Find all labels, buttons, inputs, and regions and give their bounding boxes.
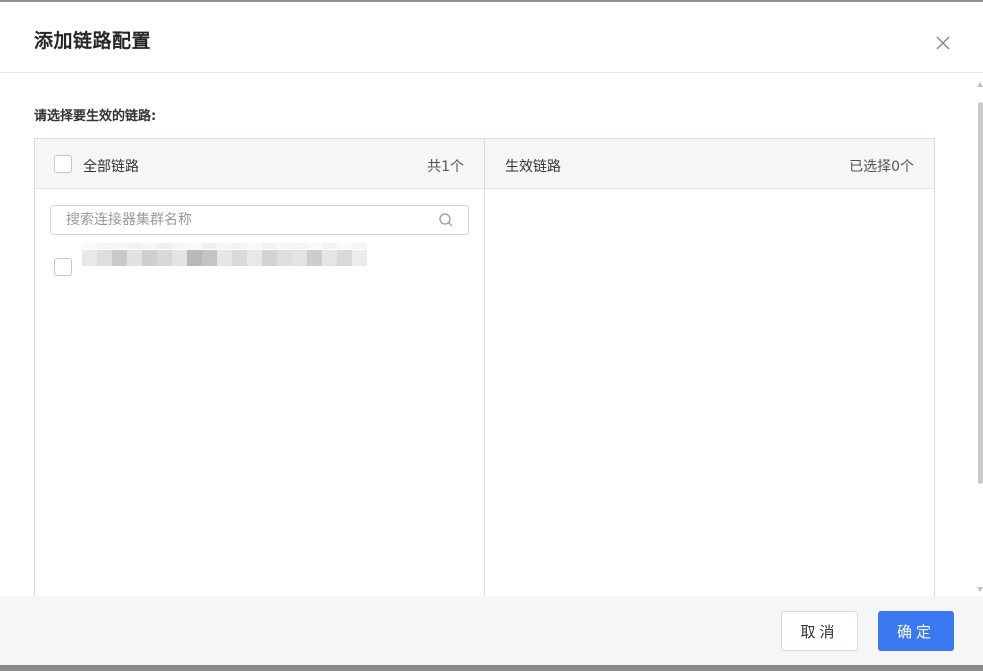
close-icon	[936, 36, 950, 50]
scroll-up-arrow-icon[interactable]	[977, 82, 983, 87]
scroll-down-arrow-icon[interactable]	[977, 587, 983, 592]
search-box	[50, 205, 469, 235]
redacted-label	[82, 243, 367, 266]
source-panel: 全部链路 共1个	[35, 139, 485, 598]
select-all-checkbox[interactable]	[54, 155, 72, 173]
search-input[interactable]	[51, 206, 431, 234]
add-link-config-dialog: 添加链路配置 请选择要生效的链路: 全部链路 共1个 搜索连接器集群名称 生效链…	[0, 2, 983, 665]
dialog-title: 添加链路配置	[34, 30, 152, 52]
target-panel: 生效链路 已选择0个	[485, 139, 934, 598]
cancel-button[interactable]: 取消	[781, 611, 858, 651]
dialog-header: 添加链路配置	[0, 2, 983, 73]
target-panel-header: 生效链路 已选择0个	[485, 139, 934, 189]
confirm-button[interactable]: 确定	[878, 611, 954, 651]
section-label: 请选择要生效的链路:	[34, 109, 157, 124]
item-checkbox[interactable]	[54, 258, 72, 276]
source-panel-title: 全部链路	[83, 159, 139, 175]
scrollbar-thumb[interactable]	[978, 102, 983, 484]
dialog-footer: 取消 确定	[0, 596, 983, 665]
source-panel-count: 共1个	[427, 159, 464, 175]
list-item[interactable]	[50, 243, 470, 281]
backdrop-bottom	[0, 665, 983, 671]
close-button[interactable]	[932, 32, 954, 54]
transfer-list: 全部链路 共1个 搜索连接器集群名称 生效链路 已选择0个	[34, 138, 935, 598]
search-icon[interactable]	[438, 212, 454, 228]
source-panel-header: 全部链路 共1个	[35, 139, 484, 189]
target-panel-count: 已选择0个	[849, 159, 914, 175]
target-panel-title: 生效链路	[505, 159, 561, 175]
scrollbar[interactable]	[975, 82, 983, 592]
